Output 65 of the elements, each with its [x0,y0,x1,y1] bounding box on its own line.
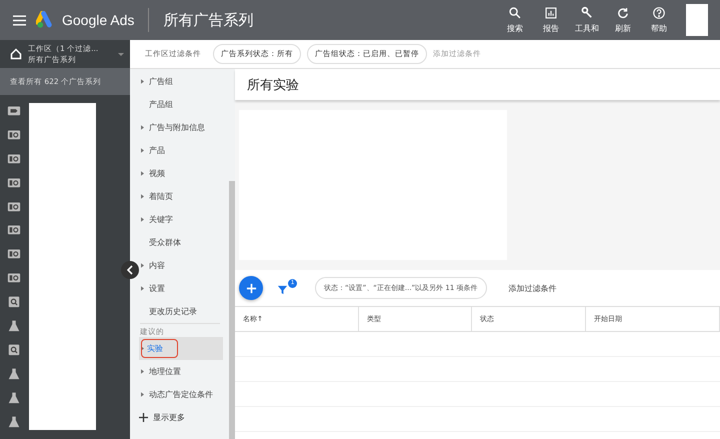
expand-icon [141,346,144,351]
expand-icon [141,369,144,374]
collapse-button[interactable] [121,261,139,279]
menu-icon[interactable] [13,14,26,26]
expand-icon [141,392,144,397]
plus-icon [246,282,256,294]
nav-item[interactable]: 产品 [139,139,223,162]
flask-icon[interactable] [7,390,21,404]
toolbar-button[interactable]: 帮助 [642,0,676,40]
expand-icon [141,286,144,291]
home-icon [10,48,22,60]
expand-icon [141,217,144,222]
card-search-icon[interactable] [7,200,21,214]
chart-icon [544,6,558,20]
tag-icon[interactable] [7,104,21,118]
nav-item[interactable]: 广告与附加信息 [139,116,223,139]
flask-icon[interactable] [7,414,21,428]
nav-item[interactable]: 设置 [139,277,223,300]
flask-icon[interactable] [7,319,21,333]
expand-icon [141,125,144,130]
flask-icon[interactable] [7,366,21,381]
wrench-icon [580,6,594,20]
nav-item[interactable]: 广告组 [139,70,223,93]
nav-item[interactable]: 实验 [139,337,223,360]
expand-icon [141,148,144,153]
toolbar-button[interactable]: 报告 [534,0,568,40]
expand-icon [141,194,144,199]
toolbar-button[interactable]: 搜索 [498,0,532,40]
nav-item[interactable]: 内容 [139,254,223,277]
card-search-icon[interactable] [7,152,21,166]
nav-item[interactable]: 动态广告定位条件 [139,383,223,406]
card-search-icon[interactable] [7,176,21,190]
chevron-left-icon [127,265,133,275]
nav-item[interactable]: 地理位置 [139,360,223,383]
search-icon [508,6,522,20]
nav-item[interactable]: 更改历史记录 [139,300,223,323]
card-search-icon[interactable] [7,223,21,238]
toolbar-button[interactable]: 刷新 [606,0,640,40]
page-title: 所有广告系列 [163,10,254,30]
nav-item[interactable]: 着陆页 [139,185,223,208]
expand-icon [141,171,144,176]
nav-item[interactable]: 视频 [139,162,223,185]
scrollbar[interactable] [229,181,235,439]
product-name: Google Ads [62,12,134,28]
card-search-icon[interactable] [7,247,21,262]
highlighted-label: 实验 [141,339,178,358]
page-heading: 所有实验 [235,69,720,100]
filter-icon [277,284,288,295]
expand-icon [141,79,144,84]
show-more-button[interactable]: 显示更多 [139,406,223,429]
expand-icon [141,263,144,268]
search-icon[interactable] [7,295,21,309]
search-icon[interactable] [7,342,21,357]
card-search-icon[interactable] [7,271,21,286]
add-button[interactable] [239,276,263,300]
toolbar-button[interactable]: 工具和 [570,0,604,40]
card-search-icon[interactable] [7,128,21,142]
nav-item[interactable]: 关键字 [139,208,223,231]
nav-item[interactable]: 受众群体 [139,231,223,254]
nav-item[interactable]: 产品组 [139,93,223,116]
refresh-icon [616,6,630,20]
dropdown-icon [118,52,124,56]
help-icon [652,6,666,20]
add-filter-link[interactable]: 添加过滤条件 [508,282,557,294]
plus-icon [139,413,148,422]
